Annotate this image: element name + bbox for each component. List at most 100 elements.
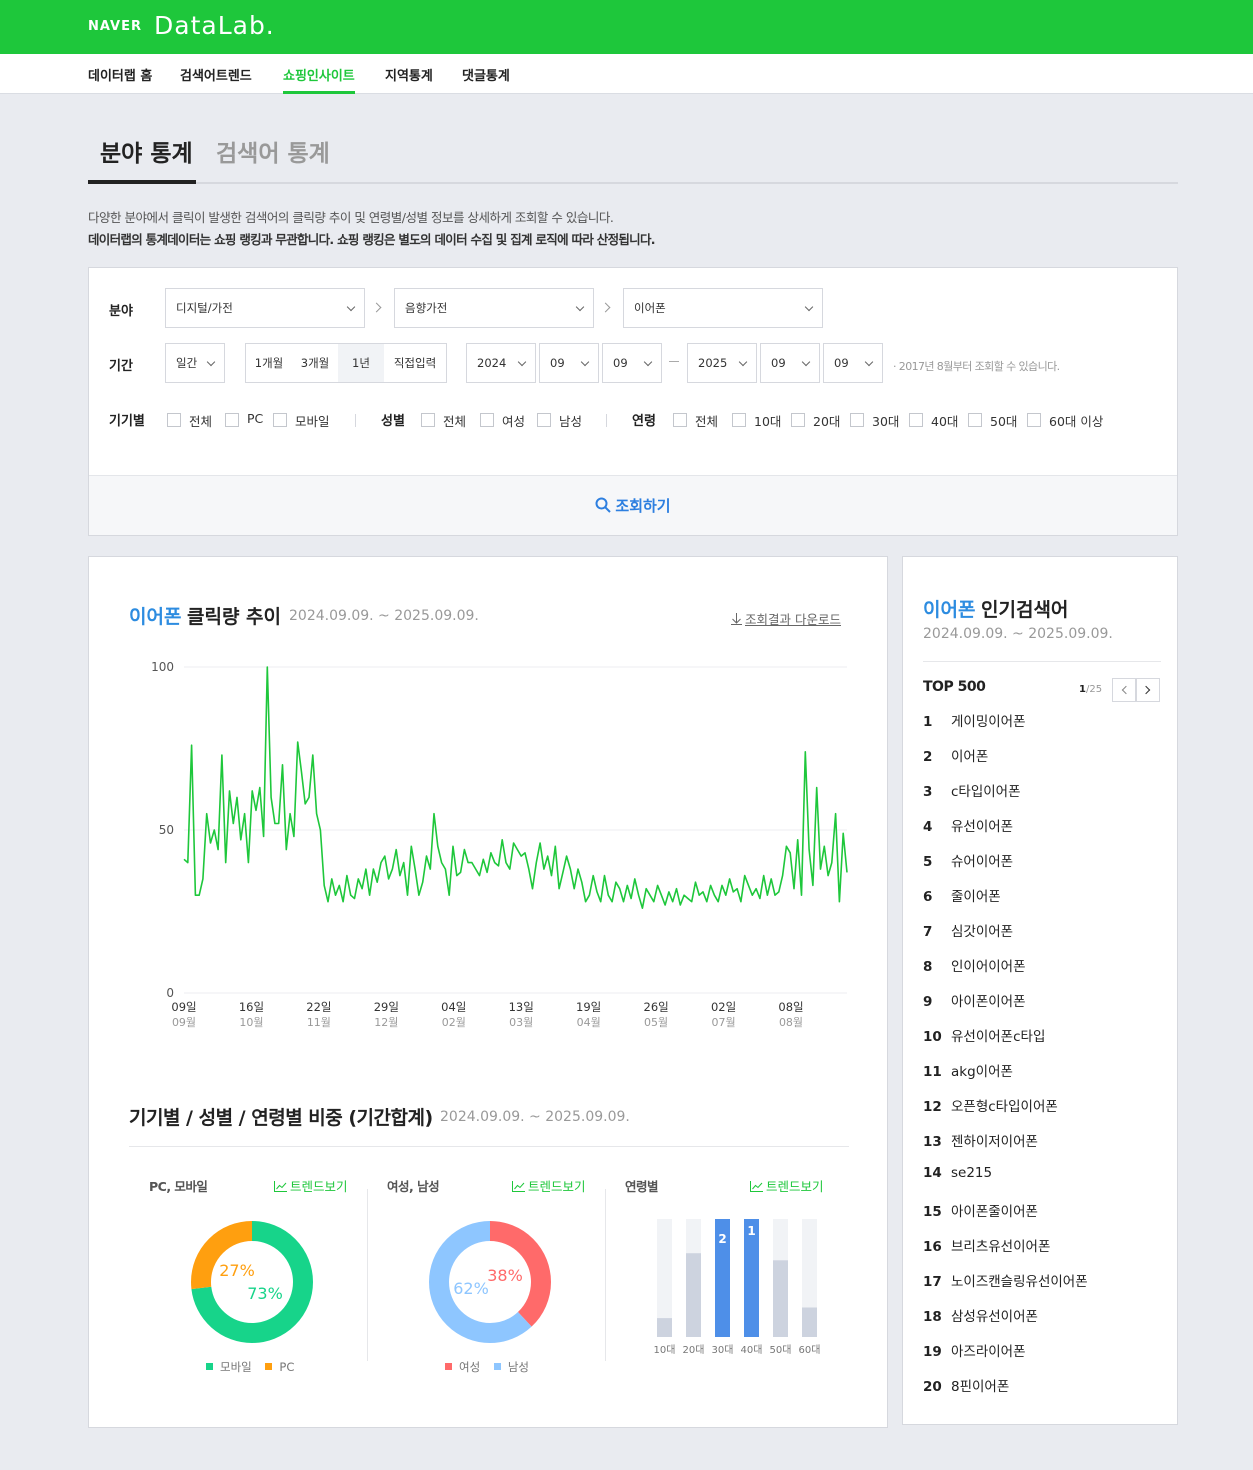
x-tick-label: 09일 [171, 1000, 196, 1014]
rank-keyword: 슈어이어폰 [951, 854, 1014, 870]
period-1year[interactable]: 1년 [338, 344, 384, 382]
device-trend-link-label: 트렌드보기 [290, 1179, 348, 1194]
device-mobile-checkbox[interactable] [273, 413, 287, 427]
period-custom[interactable]: 직접입력 [384, 344, 446, 382]
period-segment: 1개월 3개월 1년 직접입력 [245, 343, 447, 383]
rank-item[interactable]: 19 아즈라이어폰 [923, 1340, 1163, 1360]
age-10s-checkbox[interactable] [732, 413, 746, 427]
gender-all-checkbox[interactable] [421, 413, 435, 427]
tab-keyword-stats[interactable]: 검색어 통계 [216, 134, 330, 168]
prev-page-button[interactable] [1112, 678, 1136, 702]
rank-item[interactable]: 13 젠하이저이어폰 [923, 1130, 1163, 1150]
rank-item[interactable]: 3 c타입이어폰 [923, 780, 1163, 800]
nav-comment-stats[interactable]: 댓글통계 [462, 65, 510, 94]
rank-item[interactable]: 5 슈어이어폰 [923, 850, 1163, 870]
chevron-down-icon [580, 357, 590, 367]
category-select-1[interactable]: 디지털/가전 [165, 288, 365, 328]
legend-male: 남성 [507, 1360, 529, 1374]
rank-item[interactable]: 16 브리츠유선이어폰 [923, 1235, 1163, 1255]
age-all-checkbox[interactable] [673, 413, 687, 427]
category-select-3-value: 이어폰 [634, 301, 666, 315]
device-label: 기기별 [109, 414, 145, 429]
rank-keyword: 아즈라이어폰 [951, 1344, 1026, 1360]
rank-item[interactable]: 6 줄이어폰 [923, 885, 1163, 905]
category-select-2[interactable]: 음향가전 [394, 288, 594, 328]
next-page-button[interactable] [1136, 678, 1160, 702]
rank-number: 17 [923, 1274, 942, 1290]
device-pc-checkbox[interactable] [225, 413, 239, 427]
search-button-label: 조회하기 [615, 497, 671, 515]
rank-item[interactable]: 10 유선이어폰c타입 [923, 1025, 1163, 1045]
rank-keyword: c타입이어폰 [951, 784, 1021, 800]
rank-item[interactable]: 1 게이밍이어폰 [923, 710, 1163, 730]
age-trend-link[interactable]: 트렌드보기 [750, 1176, 824, 1195]
rank-item[interactable]: 9 아이폰이어폰 [923, 990, 1163, 1010]
gender-male-checkbox[interactable] [537, 413, 551, 427]
trend-chart-icon [274, 1181, 287, 1192]
nav-region-stats[interactable]: 지역통계 [385, 65, 433, 94]
gender-female-checkbox[interactable] [480, 413, 494, 427]
nav-shopping-insight[interactable]: 쇼핑인사이트 [283, 65, 355, 94]
period-1month[interactable]: 1개월 [246, 344, 292, 382]
search-button[interactable]: 조회하기 [89, 476, 1177, 536]
nav-datalab-home[interactable]: 데이터랩 홈 [88, 65, 152, 94]
start-year-select[interactable]: 2024 [466, 343, 536, 383]
x-tick-label: 22일 [306, 1000, 331, 1014]
rank-number: 19 [923, 1344, 942, 1360]
period-3month[interactable]: 3개월 [292, 344, 338, 382]
start-day-value: 09 [613, 356, 628, 370]
age-40s-label: 40대 [931, 414, 959, 429]
rank-item[interactable]: 2 이어폰 [923, 745, 1163, 765]
gender-trend-link[interactable]: 트렌드보기 [512, 1176, 586, 1195]
rank-number: 1 [923, 714, 933, 730]
datalab-logo[interactable]: DataLab. [154, 11, 275, 40]
device-mobile-label: 모바일 [295, 414, 330, 429]
age-bar [686, 1253, 701, 1337]
rank-number: 12 [923, 1099, 942, 1115]
age-bar-label: 40대 [741, 1344, 763, 1356]
naver-logo[interactable]: NAVER [88, 19, 142, 34]
rank-item[interactable]: 14 se215 [923, 1165, 1163, 1181]
gender-all-label: 전체 [443, 414, 467, 429]
device-trend-link[interactable]: 트렌드보기 [274, 1176, 348, 1195]
rank-number: 18 [923, 1309, 942, 1325]
age-40s-checkbox[interactable] [909, 413, 923, 427]
rank-keyword: 이어폰 [951, 749, 989, 765]
tab-field-stats[interactable]: 분야 통계 [100, 134, 193, 168]
rank-item[interactable]: 20 8핀이어폰 [923, 1375, 1163, 1395]
rank-item[interactable]: 8 인이어이어폰 [923, 955, 1163, 975]
age-30s-checkbox[interactable] [850, 413, 864, 427]
x-tick-sublabel: 09월 [172, 1016, 196, 1029]
rank-keyword: 심갓이어폰 [951, 924, 1014, 940]
age-30s-label: 30대 [872, 414, 900, 429]
trend-chart-icon [750, 1181, 763, 1192]
age-50s-checkbox[interactable] [968, 413, 982, 427]
rank-item[interactable]: 15 아이폰줄이어폰 [923, 1200, 1163, 1220]
legend-swatch-female [445, 1363, 452, 1370]
end-day-select[interactable]: 09 [823, 343, 883, 383]
rank-item[interactable]: 17 노이즈캔슬링유선이어폰 [923, 1270, 1163, 1290]
age-60s-checkbox[interactable] [1027, 413, 1041, 427]
rank-item[interactable]: 11 akg이어폰 [923, 1060, 1163, 1080]
end-year-select[interactable]: 2025 [687, 343, 757, 383]
rank-keyword: 아이폰줄이어폰 [951, 1204, 1038, 1220]
period-unit-select[interactable]: 일간 [165, 343, 225, 383]
rank-item[interactable]: 18 삼성유선이어폰 [923, 1305, 1163, 1325]
category-label: 분야 [109, 304, 133, 319]
start-month-select[interactable]: 09 [539, 343, 599, 383]
rank-item[interactable]: 4 유선이어폰 [923, 815, 1163, 835]
gender-male-label: 남성 [559, 414, 583, 429]
legend-swatch-mobile [206, 1363, 213, 1370]
end-month-select[interactable]: 09 [760, 343, 820, 383]
rank-keyword: 아이폰이어폰 [951, 994, 1026, 1010]
rank-item[interactable]: 12 오픈형c타입이어폰 [923, 1095, 1163, 1115]
rank-item[interactable]: 7 심갓이어폰 [923, 920, 1163, 940]
nav-search-trend[interactable]: 검색어트렌드 [180, 65, 252, 94]
category-select-3[interactable]: 이어폰 [623, 288, 823, 328]
device-all-checkbox[interactable] [167, 413, 181, 427]
start-day-select[interactable]: 09 [602, 343, 662, 383]
x-tick-sublabel: 12월 [374, 1016, 398, 1029]
gender-female-label: 여성 [502, 414, 526, 429]
age-20s-checkbox[interactable] [791, 413, 805, 427]
download-link[interactable]: 조회결과 다운로드 [731, 609, 841, 628]
